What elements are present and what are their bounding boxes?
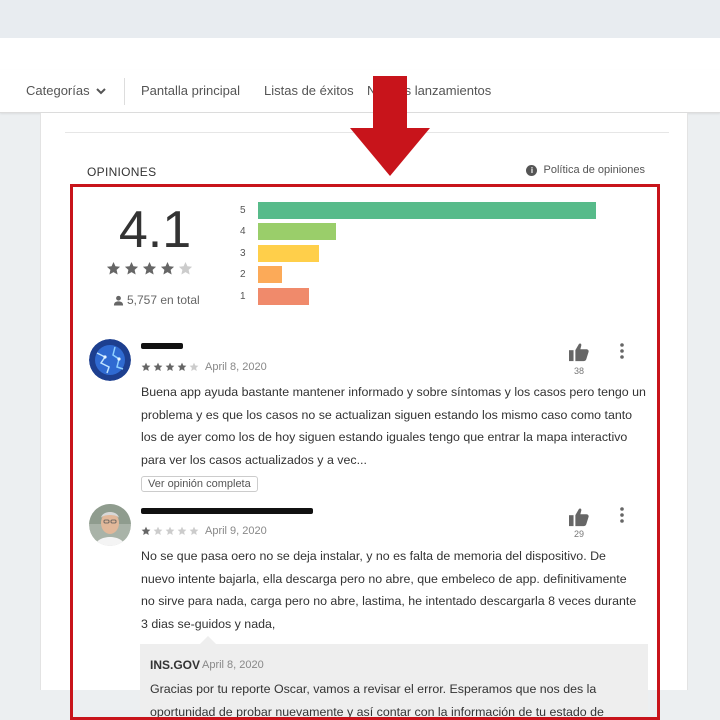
categories-dropdown[interactable]: Categorías [26,83,106,98]
nav-link-top-charts[interactable]: Listas de éxitos [264,83,354,98]
header-bar [0,38,720,70]
review-policy-link[interactable]: i Política de opiniones [526,164,645,176]
section-title: OPINIONES [87,165,157,179]
browser-top-bar [0,0,720,38]
arrow-down-icon [350,76,430,176]
review-policy-label: Política de opiniones [543,164,645,176]
highlight-box [70,184,660,720]
info-icon: i [526,164,538,176]
nav-divider [124,78,125,105]
categories-label: Categorías [26,83,90,98]
chevron-down-icon [95,87,106,94]
nav-link-home[interactable]: Pantalla principal [141,83,240,98]
